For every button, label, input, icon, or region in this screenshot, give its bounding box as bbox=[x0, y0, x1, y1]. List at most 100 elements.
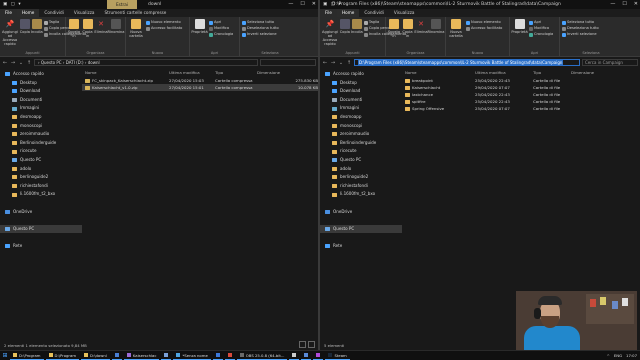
file-row[interactable]: Kaiserschlacht 29/04/2020 07:07 Cartella d… bbox=[402, 84, 640, 91]
nav-item[interactable]: Berlinoinderguide bbox=[320, 139, 402, 148]
taskbar-item[interactable] bbox=[313, 351, 324, 360]
nav-item[interactable]: ricecute bbox=[320, 147, 402, 156]
tab-file[interactable]: File bbox=[320, 9, 338, 17]
tab-share[interactable]: Condividi bbox=[39, 9, 68, 17]
file-row[interactable]: Kaiserschlacht_v1.0.zip 27/04/2020 15:01 C… bbox=[82, 84, 318, 91]
nav-item[interactable]: Desktop bbox=[0, 79, 82, 88]
column-header-name[interactable]: Nome bbox=[82, 70, 166, 75]
close-button[interactable]: ✕ bbox=[312, 0, 316, 9]
nav-item[interactable]: richiestafondi bbox=[320, 182, 402, 191]
column-header-size[interactable]: Dimensione bbox=[254, 70, 318, 75]
nav-item[interactable]: Rete bbox=[320, 242, 402, 251]
nav-item[interactable]: desmoapp bbox=[320, 113, 402, 122]
nav-item[interactable]: Download bbox=[0, 87, 82, 96]
tab-home[interactable]: Home bbox=[17, 9, 40, 17]
select-none-button[interactable]: Deseleziona tutto bbox=[242, 26, 279, 31]
column-header-type[interactable]: Tipo bbox=[530, 70, 568, 75]
forward-arrow-icon[interactable]: → bbox=[10, 60, 16, 66]
tab-home[interactable]: Home bbox=[337, 9, 360, 17]
recent-chevron-icon[interactable]: ⌄ bbox=[18, 60, 24, 66]
nav-item[interactable]: Berlinoinderguide bbox=[0, 139, 82, 148]
nav-item[interactable]: zeroimmaudio bbox=[320, 130, 402, 139]
nav-item[interactable]: adolo bbox=[320, 165, 402, 174]
nav-item[interactable]: berlinoguide2 bbox=[320, 173, 402, 182]
invert-selection-button[interactable]: Inverti selezione bbox=[242, 32, 279, 37]
file-row[interactable]: breakpoint 25/04/2020 22:43 Cartella di fi… bbox=[402, 77, 640, 84]
taskbar-item[interactable] bbox=[301, 351, 312, 360]
tab-share[interactable]: Condividi bbox=[359, 9, 388, 17]
easy-access-button[interactable]: Accesso facilitato bbox=[466, 26, 502, 31]
history-button[interactable]: Cronologia bbox=[209, 32, 233, 37]
maximize-button[interactable]: ☐ bbox=[622, 0, 626, 9]
nav-item[interactable]: Questo PC bbox=[0, 224, 82, 234]
taskbar-item[interactable]: OBS 25.0.8 (64-bit... bbox=[236, 351, 288, 360]
nav-item[interactable]: Rete bbox=[0, 242, 82, 251]
nav-item[interactable]: ricecute bbox=[0, 147, 82, 156]
taskbar-item[interactable]: D:\Program bbox=[45, 351, 80, 360]
nav-item[interactable]: adolo bbox=[0, 165, 82, 174]
new-item-button[interactable]: Nuovo elemento bbox=[466, 20, 502, 25]
nav-item[interactable]: li.1600fm_t2_bxo bbox=[0, 190, 82, 199]
context-tab-extract[interactable]: Estrai bbox=[107, 0, 137, 9]
easy-access-button[interactable]: Accesso facilitato bbox=[146, 26, 182, 31]
nav-item[interactable]: berlinoguide2 bbox=[0, 173, 82, 182]
nav-item[interactable]: richiestafondi bbox=[0, 182, 82, 191]
nav-item[interactable]: Documenti bbox=[320, 96, 402, 105]
column-header-modified[interactable]: Ultima modifica bbox=[472, 70, 530, 75]
nav-item[interactable]: OneDrive bbox=[320, 208, 402, 217]
file-row[interactable]: FC_skinpack_Kaiserschlacht.zip 27/04/2020… bbox=[82, 77, 318, 84]
tab-file[interactable]: File bbox=[0, 9, 18, 17]
maximize-button[interactable]: ☐ bbox=[300, 0, 304, 9]
up-arrow-icon[interactable]: ↑ bbox=[26, 60, 32, 66]
invert-selection-button[interactable]: Inverti selezione bbox=[562, 32, 599, 37]
taskbar-item[interactable] bbox=[111, 351, 122, 360]
column-header-modified[interactable]: Ultima modifica bbox=[166, 70, 212, 75]
nav-item[interactable]: zeroimmaudio bbox=[0, 130, 82, 139]
column-header-size[interactable]: Dimensione bbox=[568, 70, 628, 75]
address-bar[interactable]: › Questo PC › DATI (D:) › downl bbox=[34, 59, 258, 66]
nav-item[interactable]: Documenti bbox=[0, 96, 82, 105]
nav-item[interactable]: Immagini bbox=[0, 104, 82, 113]
taskbar-item[interactable]: D:\downl bbox=[81, 351, 110, 360]
nav-item[interactable]: li.1600fm_t2_bxo bbox=[320, 190, 402, 199]
large-icons-view-icon[interactable] bbox=[308, 341, 315, 348]
forward-arrow-icon[interactable]: → bbox=[330, 60, 336, 66]
recent-chevron-icon[interactable]: ⌄ bbox=[338, 60, 344, 66]
details-view-icon[interactable] bbox=[299, 341, 306, 348]
quick-access-toolbar[interactable]: ▣ ▢ ▾ bbox=[3, 0, 22, 9]
history-button[interactable]: Cronologia bbox=[529, 32, 553, 37]
nav-item[interactable]: Questo PC bbox=[0, 156, 82, 165]
search-input[interactable] bbox=[260, 59, 316, 66]
taskbar-item[interactable]: *Senza nome bbox=[173, 351, 211, 360]
nav-item[interactable]: monoscopi bbox=[320, 122, 402, 131]
nav-item[interactable]: Desktop bbox=[320, 79, 402, 88]
nav-item[interactable]: Download bbox=[320, 87, 402, 96]
select-none-button[interactable]: Deseleziona tutto bbox=[562, 26, 599, 31]
taskbar-item[interactable]: Steam bbox=[325, 351, 350, 360]
select-all-button[interactable]: Seleziona tutto bbox=[242, 20, 279, 25]
column-header-type[interactable]: Tipo bbox=[212, 70, 254, 75]
nav-item[interactable]: monoscopi bbox=[0, 122, 82, 131]
taskbar-item[interactable]: Kaiserschlac bbox=[123, 351, 160, 360]
nav-item[interactable]: Questo PC bbox=[320, 156, 402, 165]
back-arrow-icon[interactable]: ← bbox=[322, 60, 328, 66]
start-button[interactable]: ⊞ bbox=[0, 351, 10, 360]
tab-compressed-folder-tools[interactable]: Strumenti cartelle compresse bbox=[99, 9, 171, 17]
minimize-button[interactable]: — bbox=[288, 0, 293, 9]
back-arrow-icon[interactable]: ← bbox=[2, 60, 8, 66]
nav-item[interactable]: Accesso rapido bbox=[320, 70, 402, 79]
open-button[interactable]: Apri bbox=[209, 20, 233, 25]
nav-item[interactable]: Accesso rapido bbox=[0, 70, 82, 79]
taskbar-item[interactable] bbox=[224, 351, 235, 360]
taskbar-item[interactable] bbox=[161, 351, 172, 360]
minimize-button[interactable]: — bbox=[610, 0, 615, 9]
address-bar[interactable]: D:\Program Files (x86)\Steam\steamapps\c… bbox=[354, 59, 580, 66]
up-arrow-icon[interactable]: ↑ bbox=[346, 60, 352, 66]
tray-expand-icon[interactable]: ^ bbox=[607, 351, 610, 360]
file-row[interactable]: Spring Offensive 25/04/2020 07:07 Cartella… bbox=[402, 105, 640, 112]
tab-view[interactable]: Visualizza bbox=[389, 9, 420, 17]
taskbar-item[interactable] bbox=[212, 351, 223, 360]
taskbar-item[interactable] bbox=[289, 351, 300, 360]
column-header-name[interactable]: Nome bbox=[402, 70, 472, 75]
nav-item[interactable]: desmoapp bbox=[0, 113, 82, 122]
